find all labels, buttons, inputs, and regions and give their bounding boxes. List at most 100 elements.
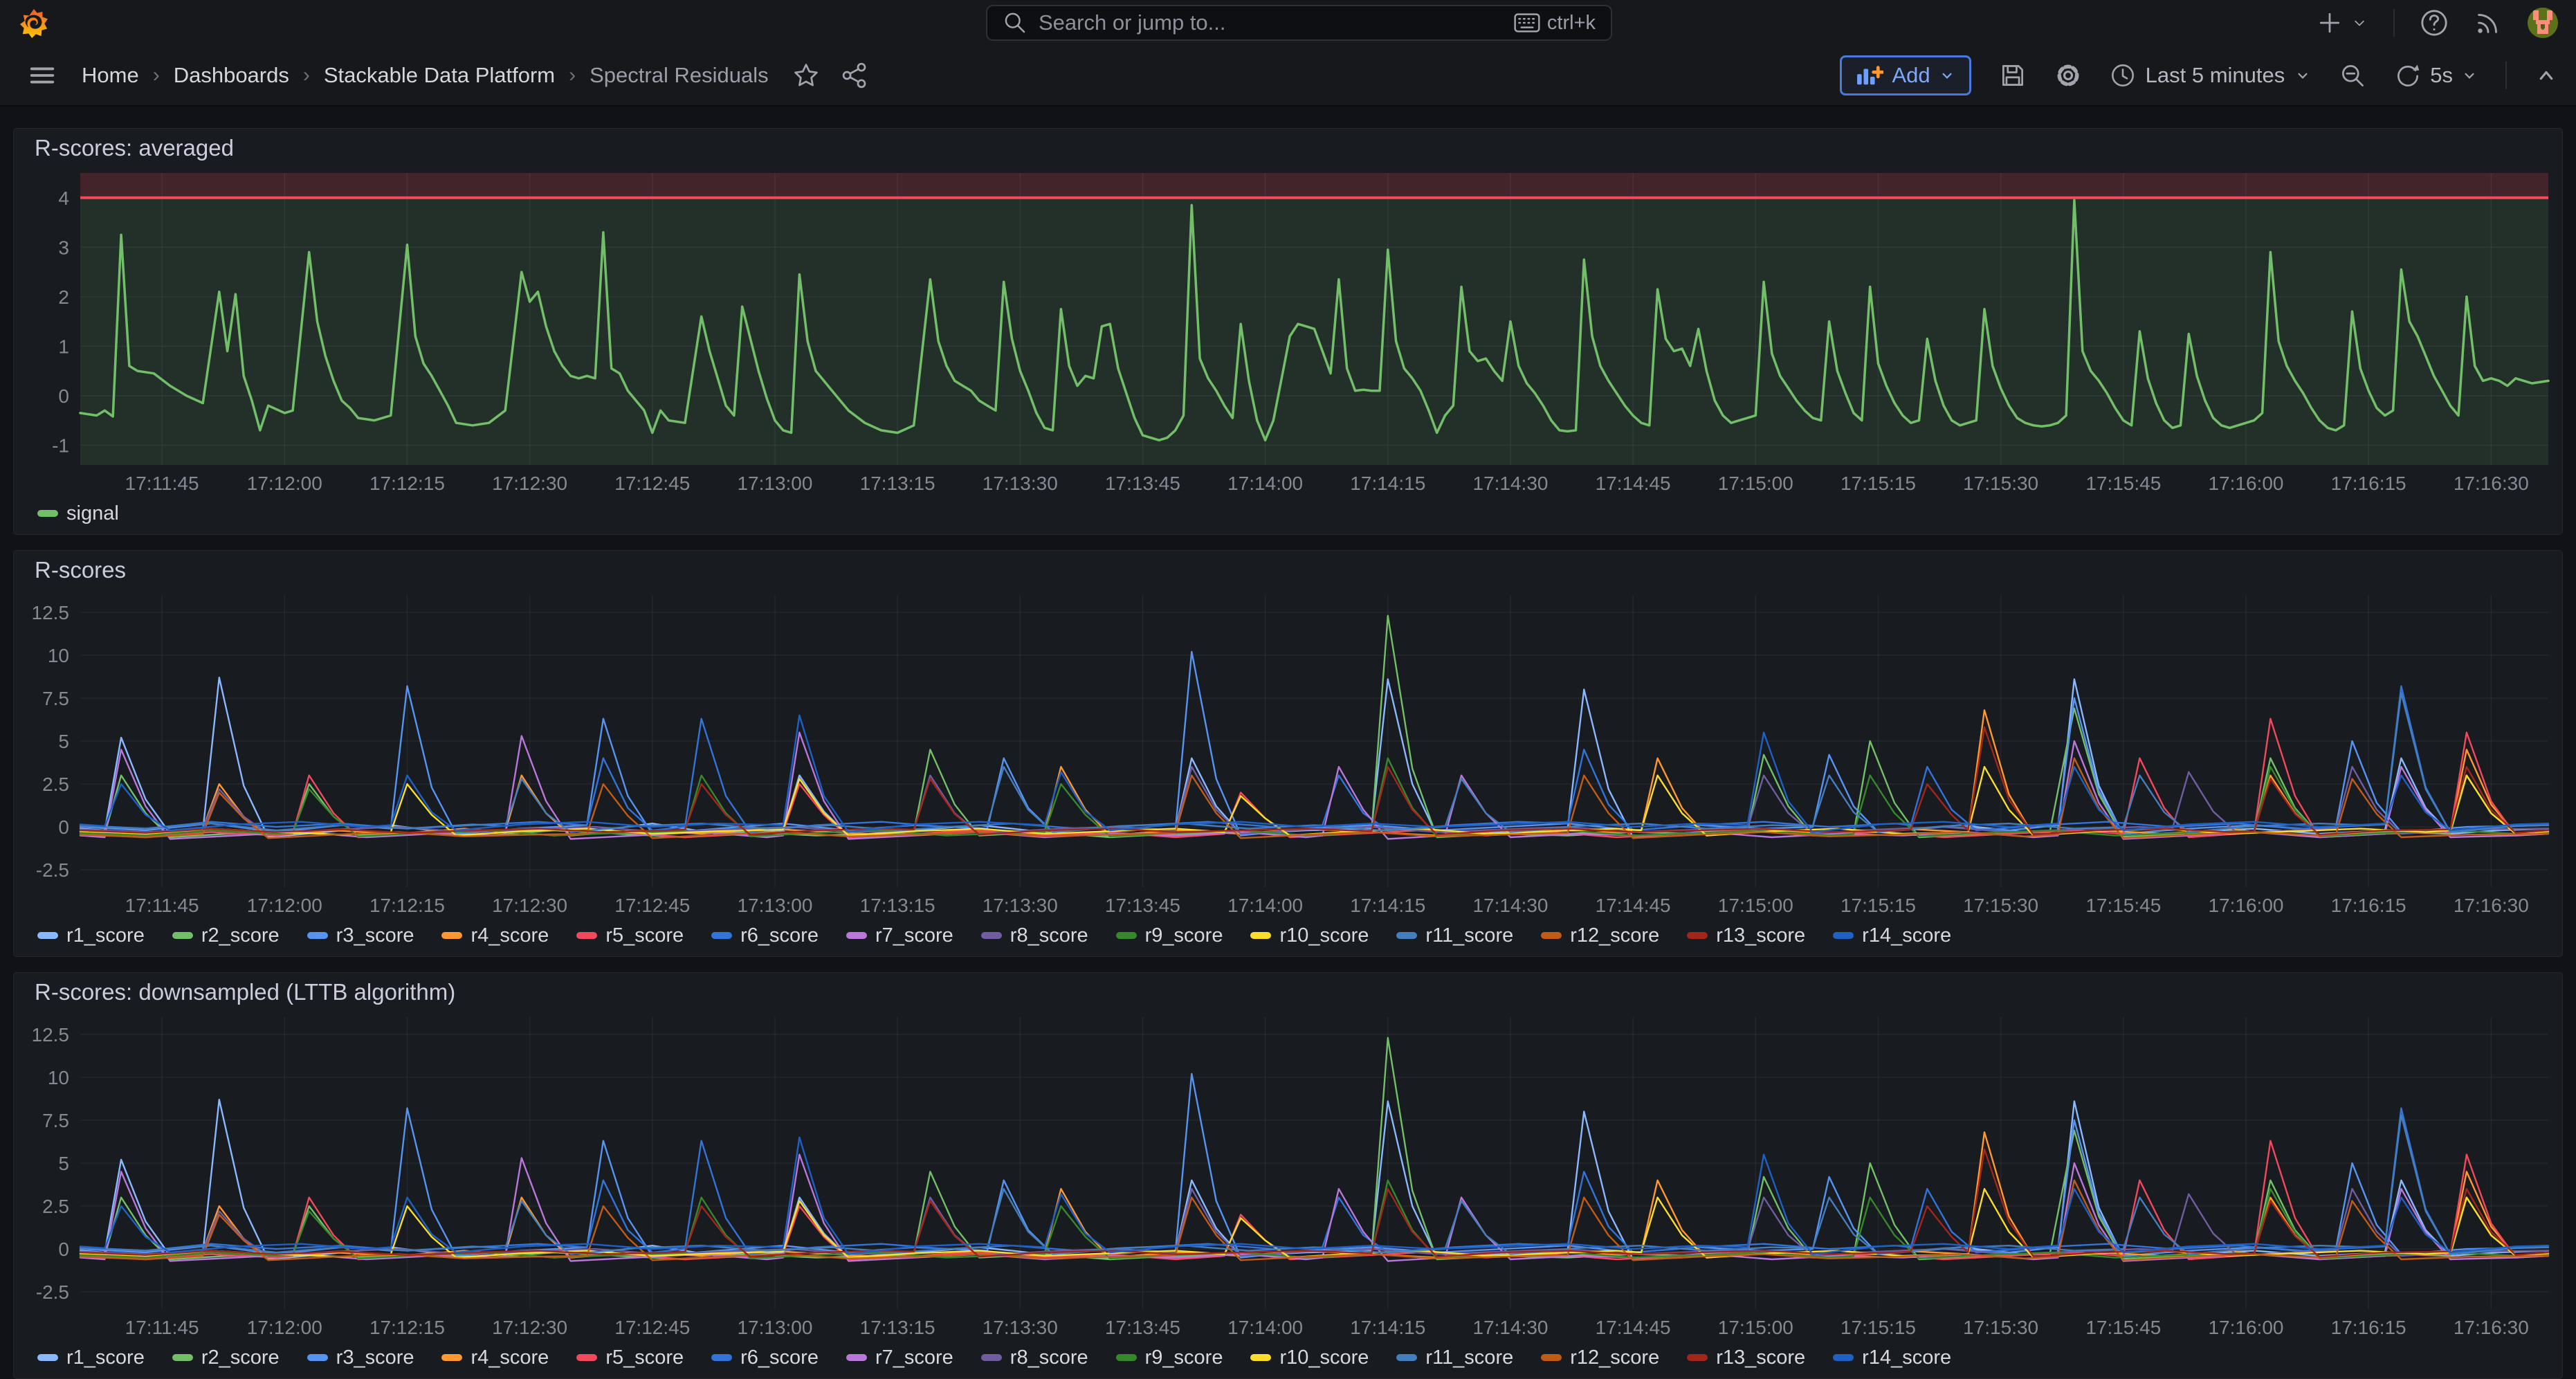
legend-item-r12_score[interactable]: r12_score xyxy=(1541,924,1659,947)
favorite-star-icon[interactable] xyxy=(792,62,820,89)
legend-item-r6_score[interactable]: r6_score xyxy=(711,924,819,947)
svg-text:17:12:15: 17:12:15 xyxy=(369,473,445,494)
breadcrumb-folder[interactable]: Stackable Data Platform xyxy=(324,63,555,88)
svg-text:5: 5 xyxy=(58,1153,69,1174)
legend-series-color xyxy=(1250,932,1271,939)
panel-header[interactable]: R-scores: averaged xyxy=(14,129,2562,167)
legend-series-label: r4_score xyxy=(471,1346,549,1369)
refresh-icon[interactable] xyxy=(2394,62,2422,89)
svg-text:17:15:45: 17:15:45 xyxy=(2085,473,2161,494)
legend-series-label: r9_score xyxy=(1145,924,1223,947)
time-range-picker[interactable]: Last 5 minutes xyxy=(2110,62,2312,89)
legend-series-label: r5_score xyxy=(605,1346,684,1369)
grafana-logo[interactable] xyxy=(19,8,48,39)
legend-item-r14_score[interactable]: r14_score xyxy=(1833,924,1951,947)
svg-text:17:13:30: 17:13:30 xyxy=(983,895,1058,916)
legend-series-label: r3_score xyxy=(336,924,414,947)
legend-series-color xyxy=(981,1354,1002,1361)
legend-item-r1_score[interactable]: r1_score xyxy=(37,1346,145,1369)
legend-item-r9_score[interactable]: r9_score xyxy=(1116,924,1223,947)
timeseries-chart-downsampled[interactable]: -2.502.557.51012.517:11:4517:12:0017:12:… xyxy=(14,1012,2562,1342)
legend-item-r8_score[interactable]: r8_score xyxy=(981,1346,1088,1369)
svg-text:17:15:30: 17:15:30 xyxy=(1963,1317,2038,1338)
legend-series-label: signal xyxy=(66,502,119,525)
legend-item-r9_score[interactable]: r9_score xyxy=(1116,1346,1223,1369)
legend-series-label: r3_score xyxy=(336,1346,414,1369)
breadcrumb-current-dashboard[interactable]: Spectral Residuals xyxy=(590,63,768,88)
legend-item-r10_score[interactable]: r10_score xyxy=(1250,1346,1369,1369)
add-button[interactable]: Add xyxy=(1840,55,1971,95)
help-icon[interactable] xyxy=(2420,8,2449,37)
news-icon[interactable] xyxy=(2474,8,2503,37)
svg-text:17:16:00: 17:16:00 xyxy=(2208,473,2283,494)
legend-item-r7_score[interactable]: r7_score xyxy=(846,924,953,947)
legend-item-r13_score[interactable]: r13_score xyxy=(1687,1346,1805,1369)
svg-text:10: 10 xyxy=(48,1067,69,1088)
svg-text:17:14:30: 17:14:30 xyxy=(1472,473,1548,494)
panel-header[interactable]: R-scores xyxy=(14,551,2562,590)
keyboard-shortcut-hint: ctrl+k xyxy=(1514,12,1596,35)
svg-text:0: 0 xyxy=(58,816,69,838)
legend-item-r5_score[interactable]: r5_score xyxy=(576,924,684,947)
legend-item-r6_score[interactable]: r6_score xyxy=(711,1346,819,1369)
legend-item-r2_score[interactable]: r2_score xyxy=(172,1346,280,1369)
svg-text:17:15:30: 17:15:30 xyxy=(1963,895,2038,916)
svg-text:17:11:45: 17:11:45 xyxy=(125,1317,199,1338)
refresh-interval-label: 5s xyxy=(2430,63,2453,88)
new-menu-button[interactable] xyxy=(2316,9,2368,37)
svg-text:0: 0 xyxy=(58,385,69,407)
svg-text:2.5: 2.5 xyxy=(42,1196,69,1217)
breadcrumb-home[interactable]: Home xyxy=(82,63,139,88)
legend-item-signal[interactable]: signal xyxy=(37,502,119,525)
panel-r-scores[interactable]: R-scores -2.502.557.51012.517:11:4517:12… xyxy=(13,550,2563,957)
legend-item-r7_score[interactable]: r7_score xyxy=(846,1346,953,1369)
timeseries-chart-averaged[interactable]: -10123417:11:4517:12:0017:12:1517:12:301… xyxy=(14,167,2562,498)
legend-item-r1_score[interactable]: r1_score xyxy=(37,924,145,947)
legend-item-r4_score[interactable]: r4_score xyxy=(441,1346,549,1369)
svg-text:17:12:45: 17:12:45 xyxy=(614,895,690,916)
svg-text:17:11:45: 17:11:45 xyxy=(125,473,199,494)
legend-item-r11_score[interactable]: r11_score xyxy=(1396,924,1513,947)
svg-text:7.5: 7.5 xyxy=(42,688,69,709)
dashboard-settings-icon[interactable] xyxy=(2054,62,2082,89)
panel-header[interactable]: R-scores: downsampled (LTTB algorithm) xyxy=(14,973,2562,1012)
legend-series-color xyxy=(1116,1354,1137,1361)
user-avatar[interactable] xyxy=(2528,8,2558,38)
legend-item-r3_score[interactable]: r3_score xyxy=(307,924,414,947)
zoom-out-time-icon[interactable] xyxy=(2339,62,2366,89)
legend-item-r14_score[interactable]: r14_score xyxy=(1833,1346,1951,1369)
legend-item-r3_score[interactable]: r3_score xyxy=(307,1346,414,1369)
legend-item-r11_score[interactable]: r11_score xyxy=(1396,1346,1513,1369)
timeseries-chart-scores[interactable]: -2.502.557.51012.517:11:4517:12:0017:12:… xyxy=(14,590,2562,920)
collapse-toolbar-icon[interactable] xyxy=(2534,64,2558,87)
svg-text:17:12:15: 17:12:15 xyxy=(369,1317,445,1338)
legend-series-color xyxy=(37,1354,58,1361)
refresh-picker[interactable]: 5s xyxy=(2394,62,2478,89)
legend-item-r8_score[interactable]: r8_score xyxy=(981,924,1088,947)
share-icon[interactable] xyxy=(841,62,868,89)
legend-series-color xyxy=(576,932,597,939)
breadcrumb-dashboards[interactable]: Dashboards xyxy=(174,63,289,88)
legend-series-color xyxy=(981,932,1002,939)
svg-text:17:11:45: 17:11:45 xyxy=(125,895,199,916)
legend-item-r5_score[interactable]: r5_score xyxy=(576,1346,684,1369)
toolbar-divider xyxy=(2505,62,2507,89)
svg-text:17:14:30: 17:14:30 xyxy=(1472,895,1548,916)
legend-item-r12_score[interactable]: r12_score xyxy=(1541,1346,1659,1369)
legend-item-r2_score[interactable]: r2_score xyxy=(172,924,280,947)
panel-r-scores-downsampled[interactable]: R-scores: downsampled (LTTB algorithm) -… xyxy=(13,972,2563,1379)
svg-text:17:15:00: 17:15:00 xyxy=(1718,895,1793,916)
legend-series-color xyxy=(307,932,328,939)
legend-item-r10_score[interactable]: r10_score xyxy=(1250,924,1369,947)
svg-text:17:15:45: 17:15:45 xyxy=(2085,895,2161,916)
legend-item-r4_score[interactable]: r4_score xyxy=(441,924,549,947)
breadcrumb-separator: › xyxy=(303,64,310,87)
top-navigation-bar: Search or jump to... ctrl+k xyxy=(0,0,2576,46)
mega-menu-toggle[interactable] xyxy=(28,61,57,90)
add-panel-icon xyxy=(1856,64,1883,87)
save-dashboard-icon[interactable] xyxy=(1999,62,2027,89)
search-input[interactable]: Search or jump to... ctrl+k xyxy=(986,5,1612,41)
panel-r-scores-averaged[interactable]: R-scores: averaged -10123417:11:4517:12:… xyxy=(13,128,2563,535)
svg-text:17:13:00: 17:13:00 xyxy=(737,1317,812,1338)
legend-item-r13_score[interactable]: r13_score xyxy=(1687,924,1805,947)
